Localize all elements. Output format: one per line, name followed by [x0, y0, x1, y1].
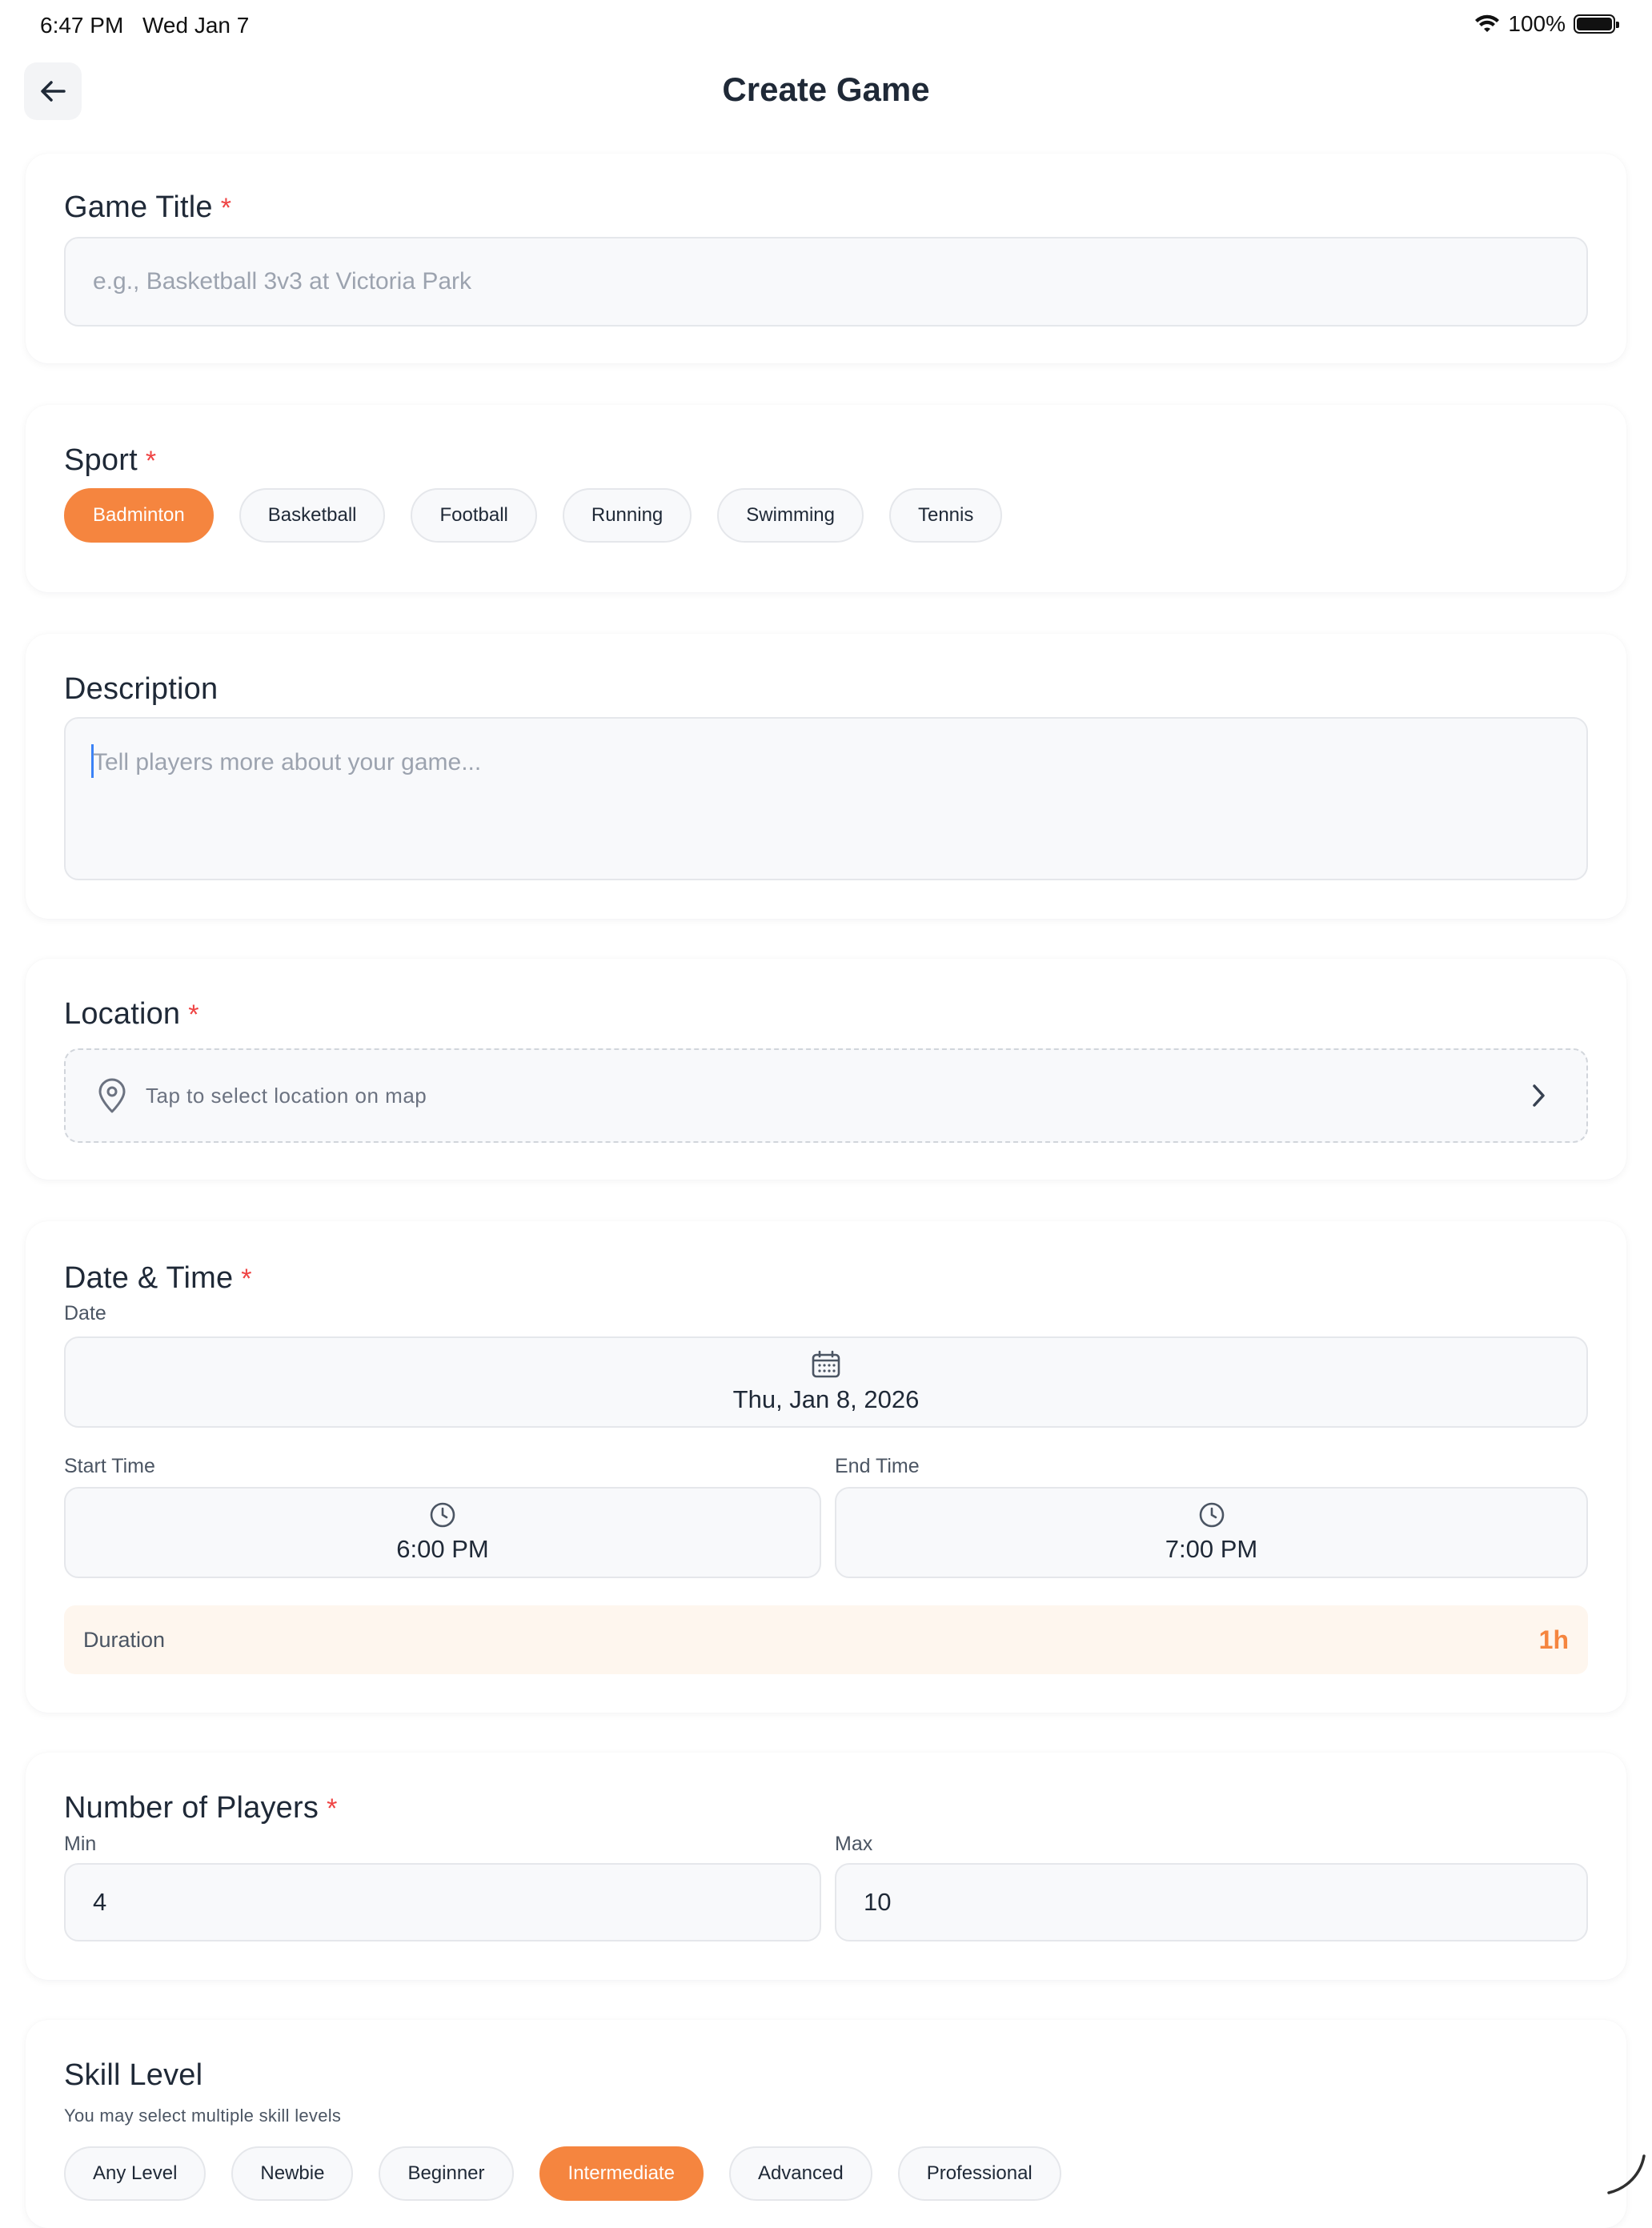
- page-title: Create Game: [722, 70, 930, 108]
- start-time-label: Start Time: [64, 1455, 155, 1477]
- skill-level-label: Skill Level: [64, 2058, 203, 2092]
- players-label: Number of Players *: [64, 1791, 338, 1825]
- description-placeholder: Tell players more about your game...: [93, 749, 482, 775]
- location-card: Location * Tap to select location on map: [26, 959, 1626, 1180]
- max-players-label: Max: [835, 1833, 873, 1855]
- required-mark: *: [220, 193, 232, 223]
- date-sublabel: Date: [64, 1302, 106, 1324]
- skill-chip-beginner[interactable]: Beginner: [379, 2146, 514, 2201]
- date-time-card: Date & Time * Date Thu, Jan 8, 2026 Start…: [26, 1221, 1626, 1713]
- skill-level-chips: Any Level Newbie Beginner Intermediate A…: [64, 2146, 1061, 2201]
- duration-row: Duration 1h: [64, 1605, 1588, 1674]
- end-time-value: 7:00 PM: [1165, 1535, 1258, 1563]
- sport-chip-basketball[interactable]: Basketball: [239, 488, 386, 543]
- description-label: Description: [64, 672, 219, 706]
- date-value: Thu, Jan 8, 2026: [732, 1385, 920, 1413]
- clock-icon: [430, 1502, 455, 1528]
- end-time-label: End Time: [835, 1455, 920, 1477]
- skill-chip-newbie[interactable]: Newbie: [231, 2146, 354, 2201]
- game-title-input[interactable]: e.g., Basketball 3v3 at Victoria Park: [64, 237, 1588, 327]
- max-players-input[interactable]: 10: [835, 1863, 1588, 1941]
- clock-icon: [1199, 1502, 1224, 1528]
- chevron-right-icon: [1533, 1084, 1545, 1107]
- sport-chips: Badminton Basketball Football Running Sw…: [64, 488, 1003, 543]
- status-date: Wed Jan 7: [142, 13, 250, 38]
- min-players-label: Min: [64, 1833, 97, 1855]
- sport-label: Sport *: [64, 443, 157, 477]
- sport-card: Sport * Badminton Basketball Football Run…: [26, 405, 1626, 592]
- description-input[interactable]: Tell players more about your game...: [64, 717, 1588, 880]
- sport-chip-tennis[interactable]: Tennis: [888, 488, 1003, 543]
- game-title-card: Game Title * e.g., Basketball 3v3 at Vict…: [26, 154, 1626, 363]
- status-bar: 6:47 PM Wed Jan 7 100%: [0, 0, 1652, 51]
- end-time-picker[interactable]: 7:00 PM: [835, 1487, 1588, 1578]
- players-card: Number of Players * Min Max 4 10: [26, 1753, 1626, 1980]
- location-picker[interactable]: Tap to select location on map: [64, 1048, 1588, 1143]
- wifi-icon: [1475, 14, 1500, 32]
- battery-icon: [1574, 14, 1619, 34]
- location-label: Location *: [64, 997, 199, 1031]
- skill-level-card: Skill Level You may select multiple skil…: [26, 2020, 1626, 2228]
- map-pin-icon: [98, 1078, 126, 1113]
- min-players-value: 4: [93, 1888, 107, 1916]
- duration-value: 1h: [1538, 1625, 1569, 1654]
- game-title-label: Game Title *: [64, 190, 232, 224]
- required-mark: *: [188, 1000, 199, 1030]
- status-time: 6:47 PM: [40, 13, 124, 38]
- start-time-value: 6:00 PM: [396, 1535, 489, 1563]
- min-players-input[interactable]: 4: [64, 1863, 821, 1941]
- required-mark: *: [241, 1264, 252, 1294]
- sport-chip-running[interactable]: Running: [562, 488, 692, 543]
- required-mark: *: [327, 1793, 338, 1824]
- required-mark: *: [145, 446, 157, 476]
- sport-chip-swimming[interactable]: Swimming: [717, 488, 864, 543]
- skill-chip-advanced[interactable]: Advanced: [728, 2146, 872, 2201]
- start-time-picker[interactable]: 6:00 PM: [64, 1487, 821, 1578]
- calendar-icon: [812, 1350, 840, 1378]
- status-right: 100%: [1474, 11, 1619, 37]
- battery-percent: 100%: [1508, 11, 1566, 36]
- skill-chip-professional[interactable]: Professional: [897, 2146, 1061, 2201]
- date-picker[interactable]: Thu, Jan 8, 2026: [64, 1336, 1588, 1428]
- skill-level-hint: You may select multiple skill levels: [64, 2106, 342, 2126]
- sport-chip-badminton[interactable]: Badminton: [64, 488, 214, 543]
- description-card: Description Tell players more about your…: [26, 634, 1626, 919]
- max-players-value: 10: [864, 1888, 892, 1916]
- game-title-placeholder: e.g., Basketball 3v3 at Victoria Park: [93, 268, 472, 295]
- date-time-label: Date & Time *: [64, 1261, 252, 1295]
- location-placeholder: Tap to select location on map: [146, 1083, 427, 1108]
- skill-chip-any-level[interactable]: Any Level: [64, 2146, 206, 2201]
- scroll-indicator-icon: [1607, 2154, 1646, 2194]
- sport-chip-football[interactable]: Football: [411, 488, 537, 543]
- duration-label: Duration: [83, 1627, 166, 1652]
- skill-chip-intermediate[interactable]: Intermediate: [539, 2146, 704, 2201]
